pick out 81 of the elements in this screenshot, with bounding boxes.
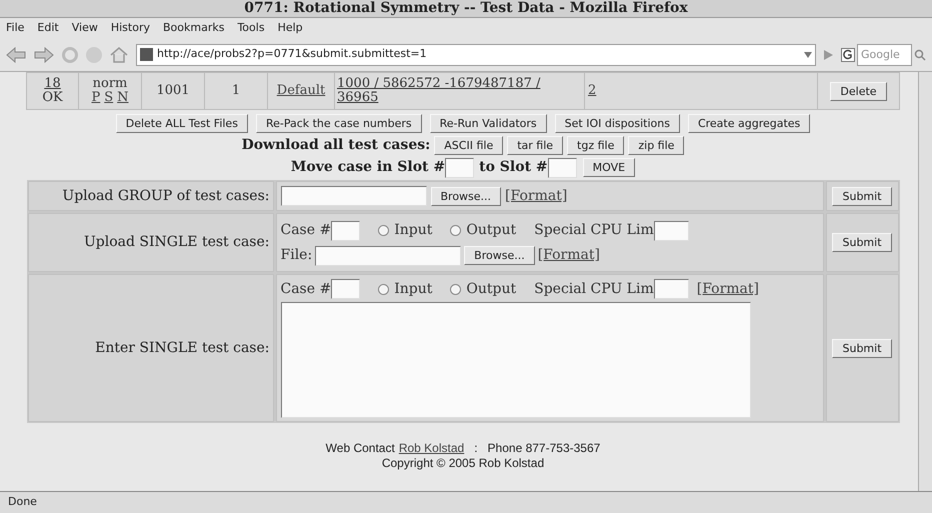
contact-label: Web Contact bbox=[326, 441, 395, 456]
move-label: Move case in Slot # bbox=[290, 158, 446, 177]
menu-item[interactable]: View bbox=[72, 20, 98, 36]
download-button[interactable]: zip file bbox=[628, 136, 684, 155]
address-bar[interactable]: http://ace/probs2?p=0771&submit.submittest=1 bbox=[136, 44, 816, 66]
file-label: File: bbox=[280, 246, 312, 265]
radio-button[interactable] bbox=[450, 284, 462, 294]
search-icon[interactable] bbox=[914, 48, 926, 60]
download-button[interactable]: tar file bbox=[507, 136, 564, 155]
mode-link[interactable]: S bbox=[104, 91, 114, 105]
action-button[interactable]: Delete ALL Test Files bbox=[116, 114, 248, 133]
mode-link[interactable]: P bbox=[91, 91, 100, 105]
form-label-cell: Upload SINGLE test case: bbox=[28, 213, 274, 272]
mode-text: norm bbox=[92, 77, 128, 91]
contact-link[interactable]: Rob Kolstad bbox=[398, 441, 464, 456]
mode-link[interactable]: N bbox=[117, 91, 129, 105]
slot-field[interactable] bbox=[548, 158, 577, 178]
submit-button[interactable]: Submit bbox=[832, 186, 892, 206]
case-label: Case # bbox=[280, 221, 332, 240]
radio-label: Input bbox=[394, 280, 432, 298]
form-label-cell: Upload GROUP of test cases: bbox=[28, 181, 274, 211]
delete-button[interactable]: Delete bbox=[830, 82, 887, 100]
table-cell: 1 bbox=[205, 73, 268, 109]
move-button[interactable]: MOVE bbox=[582, 158, 636, 177]
case-number-field[interactable] bbox=[331, 279, 360, 299]
cpu-limit-label: Special CPU Lim bbox=[534, 280, 654, 298]
download-button[interactable]: ASCII file bbox=[434, 136, 504, 155]
count-link[interactable]: 2 bbox=[588, 84, 596, 98]
slot-field[interactable] bbox=[445, 158, 474, 178]
format-link[interactable]: [Format] bbox=[696, 280, 759, 296]
action-button[interactable]: Set IOI dispositions bbox=[554, 114, 680, 133]
search-field[interactable]: Google bbox=[857, 44, 912, 66]
title-bar: 0771: Rotational Symmetry -- Test Data - Mozilla Firefox bbox=[0, 0, 932, 18]
browse-button[interactable]: Browse... bbox=[464, 246, 535, 265]
forward-icon[interactable] bbox=[34, 46, 54, 62]
back-icon[interactable] bbox=[6, 46, 26, 62]
cpu-limit-field[interactable] bbox=[654, 220, 689, 240]
case-number-field[interactable] bbox=[331, 220, 360, 240]
submit-button[interactable]: Submit bbox=[832, 338, 892, 358]
radio-button[interactable] bbox=[378, 284, 390, 294]
file-path-field[interactable] bbox=[280, 186, 426, 206]
dropdown-icon[interactable] bbox=[804, 52, 812, 58]
to-slot-label: to Slot # bbox=[479, 158, 548, 177]
scrollbar[interactable] bbox=[918, 72, 932, 491]
form-label-cell: Enter SINGLE test case: bbox=[28, 274, 274, 422]
default-link[interactable]: Default bbox=[276, 84, 326, 98]
radio-label: Output bbox=[466, 280, 516, 298]
format-link[interactable]: [Format] bbox=[505, 186, 568, 206]
site-icon bbox=[140, 48, 153, 61]
separator-text: : bbox=[474, 441, 478, 456]
radio-label: Output bbox=[466, 221, 516, 240]
menu-item[interactable]: File bbox=[6, 20, 24, 36]
phone-text: Phone 877-753-3567 bbox=[488, 441, 600, 456]
menu-item[interactable]: History bbox=[110, 20, 150, 36]
browse-button[interactable]: Browse... bbox=[430, 186, 502, 206]
menu-item[interactable]: Bookmarks bbox=[162, 20, 224, 36]
status-cell: 18 OK bbox=[27, 73, 79, 109]
cpu-limit-field[interactable] bbox=[654, 279, 689, 299]
radio-button[interactable] bbox=[450, 225, 462, 236]
menu-item[interactable]: Tools bbox=[237, 20, 265, 36]
search-engine-icon[interactable] bbox=[841, 48, 855, 62]
download-button[interactable]: tgz file bbox=[567, 136, 624, 155]
case-label: Case # bbox=[280, 280, 332, 298]
status-bar: Done bbox=[0, 491, 932, 513]
radio-label: Input bbox=[394, 221, 432, 240]
action-button[interactable]: Re-Run Validators bbox=[430, 114, 547, 133]
action-button[interactable]: Create aggregates bbox=[688, 114, 810, 133]
go-icon[interactable] bbox=[824, 50, 833, 60]
home-icon[interactable] bbox=[110, 46, 128, 62]
action-button[interactable]: Re-Pack the case numbers bbox=[256, 114, 422, 133]
format-link[interactable]: [Format] bbox=[538, 245, 600, 266]
table-cell: 1001 bbox=[142, 73, 205, 109]
file-path-field[interactable] bbox=[315, 246, 462, 266]
result-link[interactable]: 1000 / 5862572 -1679487187 / 36965 bbox=[337, 77, 582, 105]
submit-button[interactable]: Submit bbox=[832, 233, 892, 252]
cpu-limit-label: Special CPU Lim bbox=[534, 221, 654, 240]
menu-item[interactable]: Edit bbox=[37, 20, 59, 36]
copyright-text: Copyright © 2005 Rob Kolstad bbox=[382, 456, 544, 471]
menu-item[interactable]: Help bbox=[278, 20, 303, 36]
radio-button[interactable] bbox=[378, 225, 390, 236]
download-label: Download all test cases: bbox=[242, 136, 430, 155]
